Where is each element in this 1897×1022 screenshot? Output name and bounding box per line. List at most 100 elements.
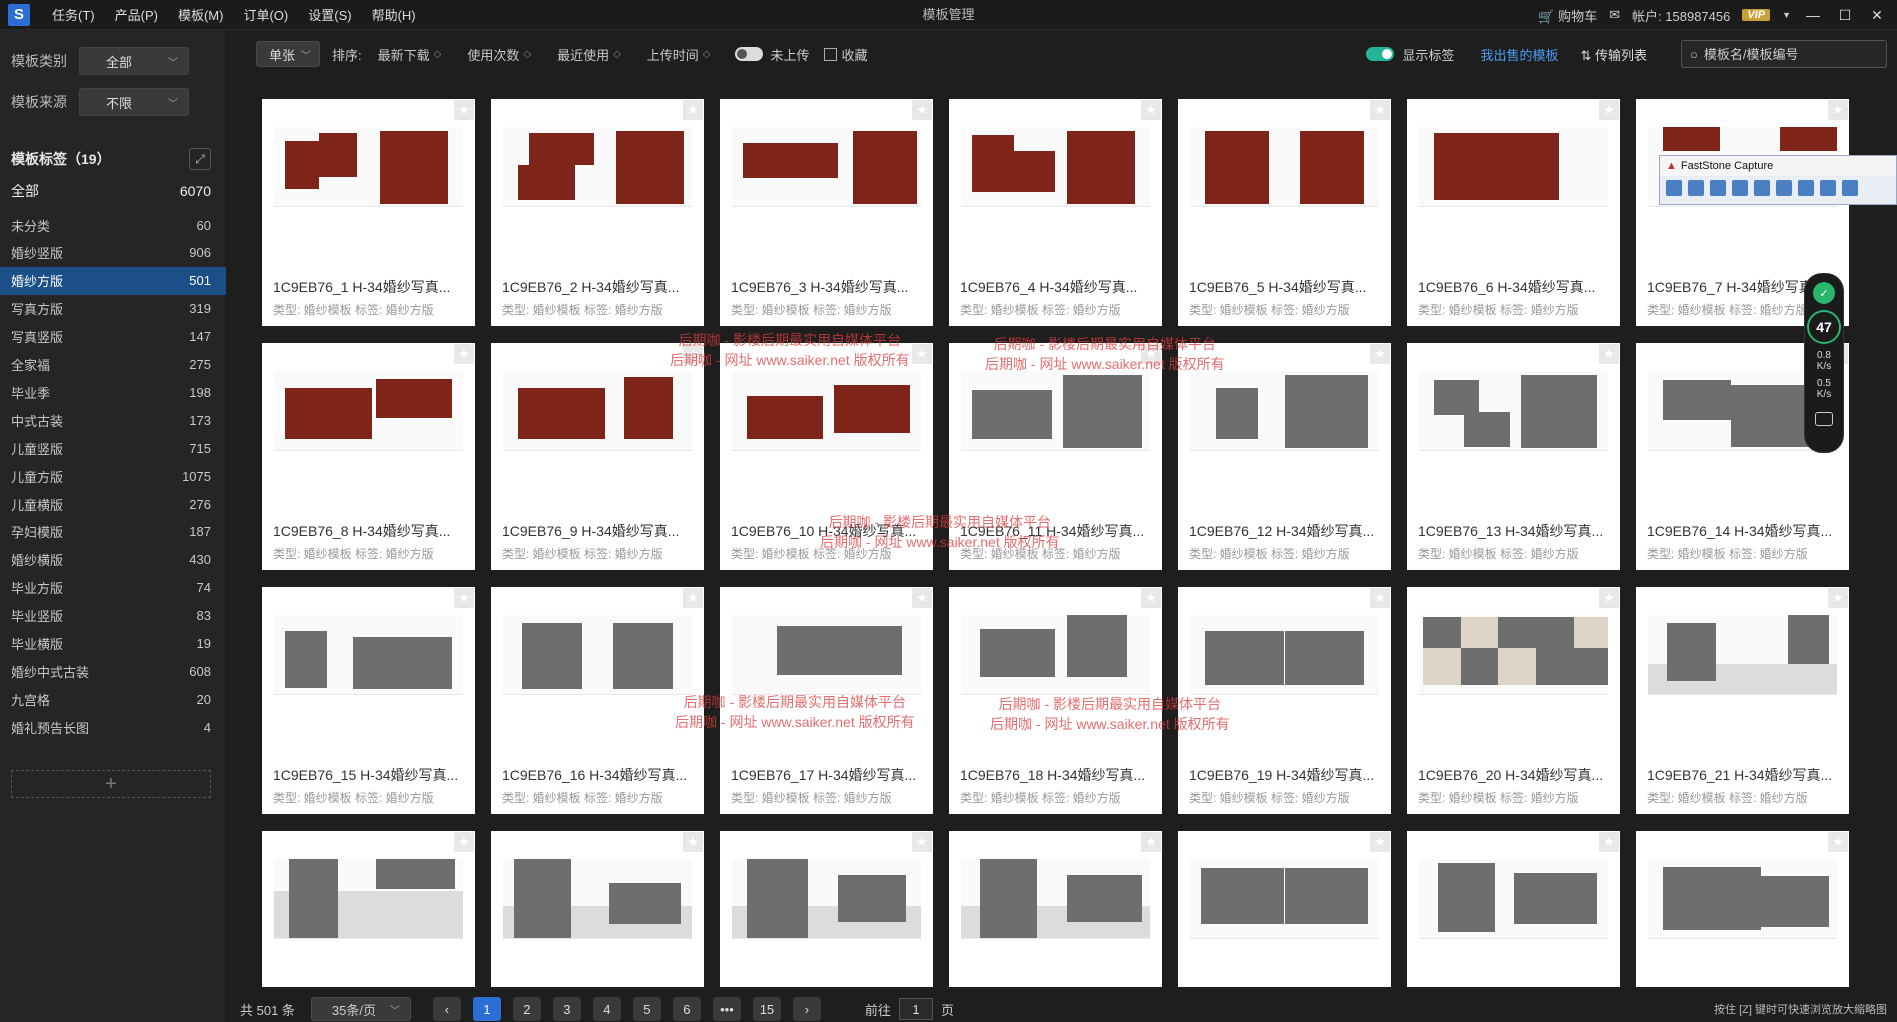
menu-settings[interactable]: 设置(S) xyxy=(308,5,351,24)
page-button-1[interactable]: 1 xyxy=(472,997,501,1021)
favorite-star-icon[interactable]: ★ xyxy=(683,100,703,120)
mail-icon[interactable]: ✉ xyxy=(1609,7,1620,23)
capture-tool-icon[interactable] xyxy=(1798,180,1814,196)
favorite-star-icon[interactable]: ★ xyxy=(454,344,474,364)
favorite-star-icon[interactable]: ★ xyxy=(912,588,932,608)
sort-use-count[interactable]: 使用次数 ◇ xyxy=(467,45,531,64)
menu-product[interactable]: 产品(P) xyxy=(115,5,158,24)
tag-item[interactable]: 婚纱竖版 906 xyxy=(0,239,226,267)
capture-tool-icon[interactable] xyxy=(1710,180,1726,196)
favorite-star-icon[interactable]: ★ xyxy=(1370,832,1390,852)
page-button-6[interactable]: 6 xyxy=(672,997,701,1021)
page-button-15[interactable]: 15 xyxy=(752,997,781,1021)
template-card[interactable]: ★ 1C9EB76_19 H-34婚纱写真... 类型: 婚纱模板 标签: 婚纱方版 xyxy=(1178,587,1391,814)
template-card[interactable]: ★ 1C9EB76_3 H-34婚纱写真... 类型: 婚纱模板 标签: 婚纱方版 xyxy=(720,99,933,326)
tag-item[interactable]: 毕业竖版 83 xyxy=(0,602,226,630)
cart-button[interactable]: 🛒 购物车 xyxy=(1538,6,1597,25)
template-card[interactable]: ★ 1C9EB76_1 H-34婚纱写真... 类型: 婚纱模板 标签: 婚纱方版 xyxy=(262,99,475,326)
template-card[interactable]: ★ 1C9EB76_20 H-34婚纱写真... 类型: 婚纱模板 标签: 婚纱方版 xyxy=(1407,587,1620,814)
template-card[interactable]: ★ 1C9EB76_5 H-34婚纱写真... 类型: 婚纱模板 标签: 婚纱方版 xyxy=(1178,99,1391,326)
speed-widget[interactable]: ✓ 47 0.8 K/s 0.5 K/s xyxy=(1804,273,1844,453)
capture-tool-icon[interactable] xyxy=(1666,180,1682,196)
capture-tool-icon[interactable] xyxy=(1688,180,1704,196)
tag-item[interactable]: 儿童横版 276 xyxy=(0,490,226,518)
my-sold-templates-link[interactable]: 我出售的模板 xyxy=(1480,45,1558,64)
favorite-star-icon[interactable]: ★ xyxy=(1370,100,1390,120)
category-select[interactable]: 全部 ﹀ xyxy=(79,47,189,75)
page-ellipsis[interactable]: ••• xyxy=(712,997,741,1021)
capture-tool-icon[interactable] xyxy=(1732,180,1748,196)
transfer-list-button[interactable]: ⇅ 传输列表 xyxy=(1580,45,1647,64)
sort-latest-download[interactable]: 最新下载 ◇ xyxy=(378,45,442,64)
template-card[interactable]: ★ 1C9EB76_16 H-34婚纱写真... 类型: 婚纱模板 标签: 婚纱方版 xyxy=(491,587,704,814)
template-card[interactable]: ★ xyxy=(720,831,933,987)
favorite-star-icon[interactable]: ★ xyxy=(1599,832,1619,852)
favorite-star-icon[interactable]: ★ xyxy=(1828,100,1848,120)
template-card[interactable]: ★ 1C9EB76_9 H-34婚纱写真... 类型: 婚纱模板 标签: 婚纱方版 xyxy=(491,343,704,570)
account-label[interactable]: 帐户: 158987456 xyxy=(1632,6,1730,25)
account-dropdown-icon[interactable]: ▼ xyxy=(1782,10,1791,20)
tag-item[interactable]: 中式古装 173 xyxy=(0,406,226,434)
template-card[interactable]: ★ 1C9EB76_8 H-34婚纱写真... 类型: 婚纱模板 标签: 婚纱方版 xyxy=(262,343,475,570)
camera-icon[interactable] xyxy=(1815,412,1833,426)
template-card[interactable]: ★ 1C9EB76_13 H-34婚纱写真... 类型: 婚纱模板 标签: 婚纱方版 xyxy=(1407,343,1620,570)
not-uploaded-toggle[interactable] xyxy=(734,47,763,61)
favorite-star-icon[interactable]: ★ xyxy=(1599,588,1619,608)
template-card[interactable]: ★ xyxy=(1178,831,1391,987)
template-card[interactable]: ★ 1C9EB76_15 H-34婚纱写真... 类型: 婚纱模板 标签: 婚纱方版 xyxy=(262,587,475,814)
template-card[interactable]: ★ xyxy=(262,831,475,987)
template-card[interactable]: ★ 1C9EB76_11 H-34婚纱写真... 类型: 婚纱模板 标签: 婚纱方版 xyxy=(949,343,1162,570)
source-select[interactable]: 不限 ﹀ xyxy=(79,88,189,116)
page-button-5[interactable]: 5 xyxy=(632,997,661,1021)
favorite-star-icon[interactable]: ★ xyxy=(912,100,932,120)
template-card[interactable]: ★ xyxy=(949,831,1162,987)
sort-upload-time[interactable]: 上传时间 ◇ xyxy=(647,45,711,64)
favorite-star-icon[interactable]: ★ xyxy=(1141,832,1161,852)
close-button[interactable]: ✕ xyxy=(1867,7,1887,24)
template-card[interactable]: ★ 1C9EB76_10 H-34婚纱写真... 类型: 婚纱模板 标签: 婚纱方版 xyxy=(720,343,933,570)
show-tags-toggle[interactable] xyxy=(1366,47,1395,61)
template-card[interactable]: ★ 1C9EB76_4 H-34婚纱写真... 类型: 婚纱模板 标签: 婚纱方版 xyxy=(949,99,1162,326)
capture-tool-icon[interactable] xyxy=(1820,180,1836,196)
tag-item[interactable]: 全部 6070 xyxy=(0,177,226,205)
template-card[interactable]: ★ xyxy=(1636,831,1849,987)
template-card[interactable]: ★ 1C9EB76_12 H-34婚纱写真... 类型: 婚纱模板 标签: 婚纱方版 xyxy=(1178,343,1391,570)
favorite-star-icon[interactable]: ★ xyxy=(1828,832,1848,852)
capture-tool-icon[interactable] xyxy=(1776,180,1792,196)
tag-item[interactable]: 儿童方版 1075 xyxy=(0,462,226,490)
prev-page-button[interactable]: ‹ xyxy=(432,997,461,1021)
tag-item[interactable]: 未分类 60 xyxy=(0,211,226,239)
tag-item[interactable]: 婚纱横版 430 xyxy=(0,546,226,574)
favorite-star-icon[interactable]: ★ xyxy=(1599,344,1619,364)
minimize-button[interactable]: — xyxy=(1803,7,1823,23)
favorite-star-icon[interactable]: ★ xyxy=(683,588,703,608)
per-page-select[interactable]: 35条/页 ﹀ xyxy=(310,997,411,1021)
tag-item[interactable]: 写真方版 319 xyxy=(0,295,226,323)
tag-item[interactable]: 全家福 275 xyxy=(0,351,226,379)
favorite-star-icon[interactable]: ★ xyxy=(1599,100,1619,120)
page-button-4[interactable]: 4 xyxy=(592,997,621,1021)
menu-order[interactable]: 订单(O) xyxy=(243,5,288,24)
mode-select[interactable]: 单张 ﹀ xyxy=(256,41,320,67)
expand-icon[interactable]: ⤢ xyxy=(189,148,211,170)
menu-template[interactable]: 模板(M) xyxy=(178,5,224,24)
favorite-star-icon[interactable]: ★ xyxy=(454,588,474,608)
template-card[interactable]: ★ xyxy=(1407,831,1620,987)
favorite-star-icon[interactable]: ★ xyxy=(1370,344,1390,364)
menu-help[interactable]: 帮助(H) xyxy=(372,5,416,24)
favorite-star-icon[interactable]: ★ xyxy=(1370,588,1390,608)
favorite-star-icon[interactable]: ★ xyxy=(1828,588,1848,608)
template-card[interactable]: ★ 1C9EB76_17 H-34婚纱写真... 类型: 婚纱模板 标签: 婚纱方版 xyxy=(720,587,933,814)
page-button-2[interactable]: 2 xyxy=(512,997,541,1021)
next-page-button[interactable]: › xyxy=(792,997,821,1021)
sort-recent-use[interactable]: 最近使用 ◇ xyxy=(557,45,621,64)
tag-item[interactable]: 孕妇模版 187 xyxy=(0,518,226,546)
page-button-3[interactable]: 3 xyxy=(552,997,581,1021)
favorites-checkbox[interactable] xyxy=(823,47,837,61)
tag-item[interactable]: 婚礼预告长图 4 xyxy=(0,713,226,741)
tag-item[interactable]: 写真竖版 147 xyxy=(0,323,226,351)
tag-item[interactable]: 毕业方版 74 xyxy=(0,574,226,602)
search-input[interactable] xyxy=(1703,46,1874,62)
capture-tool-icon[interactable] xyxy=(1754,180,1770,196)
capture-tool-icon[interactable] xyxy=(1842,180,1858,196)
